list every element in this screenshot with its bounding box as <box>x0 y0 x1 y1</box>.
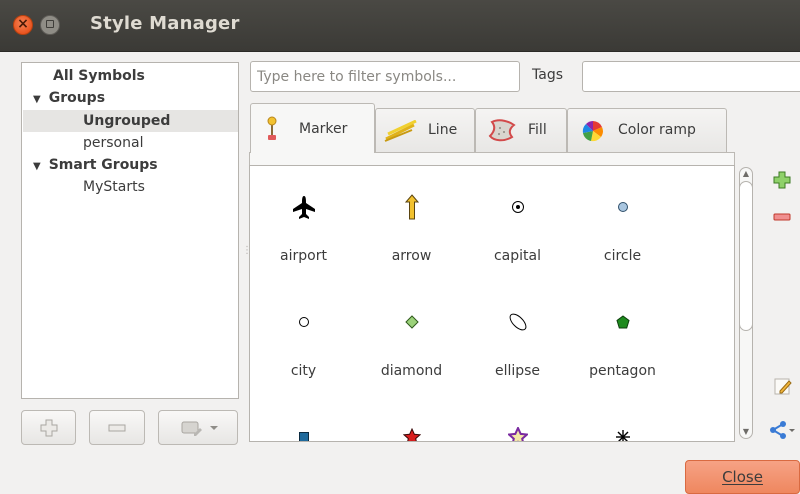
remove-icon <box>773 213 791 221</box>
tree-item-ungrouped[interactable]: Ungrouped <box>83 110 170 132</box>
symbol-name: ellipse <box>494 363 541 379</box>
edit-group-menu-button[interactable] <box>158 410 238 445</box>
window-title: Style Manager <box>90 13 240 34</box>
tree-item-smart-groups[interactable]: ▼ Smart Groups <box>33 154 158 176</box>
remove-icon <box>108 424 126 431</box>
symbol-filter-input[interactable] <box>250 61 520 92</box>
city-icon <box>250 308 361 336</box>
ellipse-icon <box>460 308 575 336</box>
star-icon <box>354 423 469 441</box>
symbol-name: city <box>290 363 317 379</box>
tab-label: Fill <box>528 122 547 138</box>
remove-symbol-button[interactable] <box>772 211 794 233</box>
symbol-list[interactable]: airport arrow capital circle city diamon… <box>249 165 735 442</box>
edit-symbol-button[interactable] <box>773 376 795 398</box>
tree-item-label: Smart Groups <box>48 157 158 173</box>
tab-label: Marker <box>299 121 348 137</box>
symbol-item[interactable]: city <box>250 286 361 396</box>
capital-icon <box>460 193 575 221</box>
tags-label: Tags <box>532 67 563 83</box>
tab-label: Color ramp <box>618 122 696 138</box>
tree-item-all-symbols[interactable]: All Symbols <box>53 65 145 87</box>
share-icon <box>770 421 795 439</box>
remove-group-button[interactable] <box>89 410 145 445</box>
tab-marker[interactable]: Marker <box>250 103 375 153</box>
scrollbar-thumb[interactable] <box>739 181 753 331</box>
symbol-name: arrow <box>391 248 432 264</box>
color-ramp-icon <box>582 120 603 141</box>
circle-icon <box>565 193 680 221</box>
symbol-name: capital <box>493 248 541 264</box>
add-icon <box>773 171 791 189</box>
scroll-down-icon[interactable]: ▼ <box>740 427 752 436</box>
add-icon <box>40 419 57 436</box>
tree-item-personal[interactable]: personal <box>83 132 143 154</box>
tab-label: Line <box>428 122 458 138</box>
tree-item-label: Ungrouped <box>83 113 171 129</box>
line-icon <box>384 119 417 142</box>
groups-tree[interactable]: All Symbols ▼ Groups Ungrouped personal ▼… <box>21 62 239 399</box>
add-group-button[interactable] <box>21 410 76 445</box>
expand-triangle-icon[interactable]: ▼ <box>33 94 41 105</box>
scroll-up-icon[interactable]: ▲ <box>740 169 752 178</box>
tab-line[interactable]: Line <box>375 108 475 152</box>
expand-triangle-icon[interactable]: ▼ <box>33 161 41 172</box>
tree-item-label: Groups <box>48 90 106 106</box>
tab-color-ramp[interactable]: Color ramp <box>567 108 727 152</box>
add-symbol-button[interactable] <box>772 170 794 192</box>
rename-icon <box>181 421 218 436</box>
tree-item-mystarts[interactable]: MyStarts <box>83 176 145 198</box>
asterisk-icon <box>565 423 680 441</box>
symbol-name: diamond <box>380 363 443 379</box>
symbol-item[interactable]: capital <box>460 171 575 281</box>
star-outline-icon <box>460 423 575 441</box>
tags-input[interactable] <box>582 61 800 92</box>
tree-item-groups[interactable]: ▼ Groups <box>33 87 105 109</box>
tree-item-label: personal <box>83 135 144 151</box>
restore-icon <box>46 20 54 28</box>
close-icon: × <box>17 16 29 32</box>
symbol-item[interactable] <box>354 401 469 441</box>
symbol-item[interactable]: ellipse <box>460 286 575 396</box>
symbol-item[interactable]: circle <box>565 171 680 281</box>
title-bar: × Style Manager <box>0 0 800 52</box>
symbol-name: airport <box>280 248 327 264</box>
symbol-item[interactable] <box>565 401 680 441</box>
close-button[interactable]: Close <box>685 460 800 494</box>
symbol-list-scrollbar[interactable]: ▲ ▼ <box>736 165 756 442</box>
diamond-icon <box>354 308 469 336</box>
tree-item-label: MyStarts <box>83 179 145 195</box>
pentagon-icon <box>565 308 680 336</box>
tab-fill[interactable]: Fill <box>475 108 567 152</box>
fill-icon <box>488 118 516 141</box>
symbol-name: pentagon <box>589 363 656 379</box>
symbol-item[interactable]: pentagon <box>565 286 680 396</box>
tree-item-label: All Symbols <box>53 68 145 84</box>
marker-icon <box>267 116 277 140</box>
symbol-item[interactable] <box>250 401 361 441</box>
close-button-label: Close <box>722 468 763 486</box>
airport-icon <box>250 193 361 221</box>
square-icon <box>250 423 361 441</box>
symbol-item[interactable]: diamond <box>354 286 469 396</box>
arrow-icon <box>354 193 469 221</box>
share-menu-button[interactable] <box>768 420 798 442</box>
window-restore-button[interactable] <box>40 15 60 35</box>
symbol-name: circle <box>603 248 642 264</box>
symbol-item[interactable]: arrow <box>354 171 469 281</box>
symbol-item[interactable] <box>460 401 575 441</box>
window-close-button[interactable]: × <box>13 15 33 35</box>
symbol-item[interactable]: airport <box>250 171 361 281</box>
edit-icon <box>774 378 792 395</box>
